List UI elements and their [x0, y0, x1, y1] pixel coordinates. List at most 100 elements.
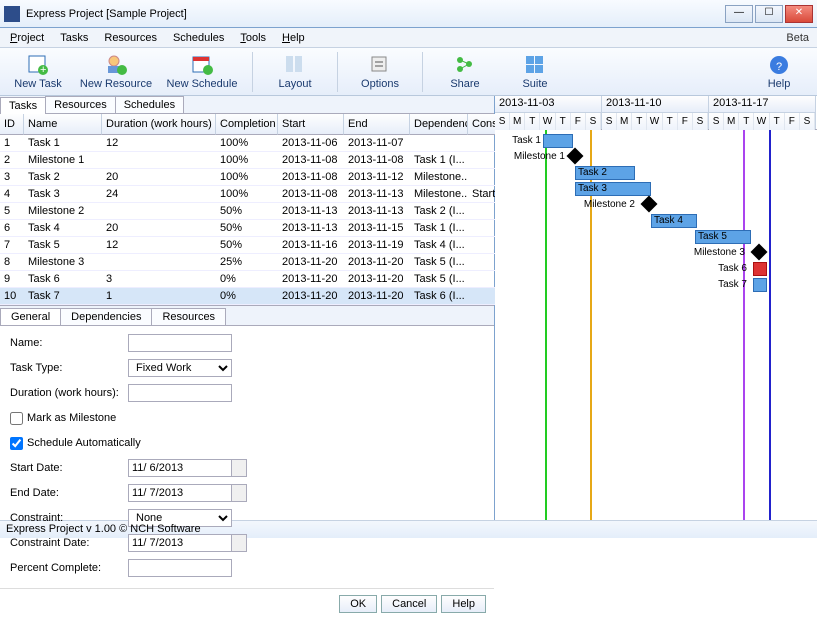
- cell-comp: 100%: [216, 135, 278, 152]
- menu-resources[interactable]: Resources: [98, 30, 163, 46]
- cell-dep: Task 5 (I...: [410, 271, 468, 288]
- percent-complete-input[interactable]: [128, 559, 232, 577]
- share-button[interactable]: Share: [433, 50, 497, 94]
- col-duration[interactable]: Duration (work hours): [102, 114, 216, 135]
- col-name[interactable]: Name: [24, 114, 102, 135]
- gantt-bar-task7[interactable]: [753, 278, 767, 292]
- menu-tools[interactable]: Tools: [234, 30, 272, 46]
- minimize-button[interactable]: —: [725, 5, 753, 23]
- schedule-auto-label: Schedule Automatically: [27, 437, 145, 449]
- schedule-auto-checkbox[interactable]: [10, 437, 23, 450]
- constraint-date-picker-icon[interactable]: [231, 534, 247, 552]
- table-row[interactable]: 8Milestone 325%2013-11-202013-11-20Task …: [0, 254, 494, 271]
- table-row[interactable]: 6Task 42050%2013-11-132013-11-15Task 1 (…: [0, 220, 494, 237]
- cell-id: 1: [0, 135, 24, 152]
- tab-tasks[interactable]: Tasks: [0, 97, 46, 114]
- table-row[interactable]: 10Task 710%2013-11-202013-11-20Task 6 (I…: [0, 288, 494, 305]
- gantt-bar-task2[interactable]: Task 2: [575, 166, 635, 180]
- cell-dep: Task 6 (I...: [410, 288, 468, 305]
- cell-dur: [102, 152, 216, 169]
- gantt-bar-task5[interactable]: Task 5: [695, 230, 751, 244]
- col-id[interactable]: ID: [0, 114, 24, 135]
- table-row[interactable]: 9Task 630%2013-11-202013-11-20Task 5 (I.…: [0, 271, 494, 288]
- cell-end: 2013-11-13: [344, 203, 410, 220]
- col-completion[interactable]: Completion: [216, 114, 278, 135]
- maximize-button[interactable]: ☐: [755, 5, 783, 23]
- day-header: T: [770, 113, 785, 130]
- cell-id: 5: [0, 203, 24, 220]
- task-type-label: Task Type:: [10, 362, 128, 374]
- start-date-picker-icon[interactable]: [231, 459, 247, 477]
- new-schedule-button[interactable]: New Schedule: [162, 50, 242, 94]
- duration-input[interactable]: [128, 384, 232, 402]
- cell-comp: 50%: [216, 203, 278, 220]
- menu-project[interactable]: Project: [4, 30, 50, 46]
- new-schedule-icon: [191, 54, 213, 76]
- new-task-button[interactable]: + New Task: [6, 50, 70, 94]
- cell-dur: [102, 254, 216, 271]
- prop-help-button[interactable]: Help: [441, 595, 486, 613]
- ok-button[interactable]: OK: [339, 595, 377, 613]
- gantt-bar-task3[interactable]: Task 3: [575, 182, 651, 196]
- percent-complete-label: Percent Complete:: [10, 562, 128, 574]
- menu-bar: Project Tasks Resources Schedules Tools …: [0, 28, 817, 48]
- tab-schedules[interactable]: Schedules: [115, 96, 184, 113]
- svg-text:+: +: [40, 64, 46, 76]
- table-row[interactable]: 5Milestone 250%2013-11-132013-11-13Task …: [0, 203, 494, 220]
- suite-button[interactable]: Suite: [503, 50, 567, 94]
- end-date-picker-icon[interactable]: [231, 484, 247, 502]
- task-type-select[interactable]: Fixed Work: [128, 359, 232, 377]
- gantt-bar-task6[interactable]: [753, 262, 767, 276]
- layout-button[interactable]: Layout: [263, 50, 327, 94]
- gantt-chart[interactable]: 2013-11-03SMTWTFS 2013-11-10SMTWTFS 2013…: [495, 96, 817, 520]
- gantt-bar-task1[interactable]: [543, 134, 573, 148]
- cell-dur: 20: [102, 169, 216, 186]
- toolbar-separator: [422, 52, 423, 92]
- day-header: S: [586, 113, 601, 130]
- day-header: T: [632, 113, 647, 130]
- col-start[interactable]: Start: [278, 114, 344, 135]
- day-header: F: [571, 113, 586, 130]
- grid-header: ID Name Duration (work hours) Completion…: [0, 114, 494, 135]
- mark-milestone-checkbox[interactable]: [10, 412, 23, 425]
- task-grid: ID Name Duration (work hours) Completion…: [0, 114, 494, 305]
- gantt-milestone-1[interactable]: [567, 148, 584, 165]
- new-resource-button[interactable]: New Resource: [76, 50, 156, 94]
- cell-dep: Task 1 (I...: [410, 220, 468, 237]
- menu-help[interactable]: Help: [276, 30, 311, 46]
- table-row[interactable]: 3Task 220100%2013-11-082013-11-12Milesto…: [0, 169, 494, 186]
- end-date-input[interactable]: [128, 484, 232, 502]
- toolbar: + New Task New Resource New Schedule Lay…: [0, 48, 817, 96]
- cell-dep: Task 2 (I...: [410, 203, 468, 220]
- toolbar-separator: [252, 52, 253, 92]
- gantt-start-line: [545, 130, 547, 520]
- start-date-input[interactable]: [128, 459, 232, 477]
- help-button[interactable]: ? Help: [747, 50, 811, 94]
- table-row[interactable]: 4Task 324100%2013-11-082013-11-13Milesto…: [0, 186, 494, 203]
- prop-tab-dependencies[interactable]: Dependencies: [60, 308, 152, 325]
- cell-start: 2013-11-08: [278, 152, 344, 169]
- close-button[interactable]: ✕: [785, 5, 813, 23]
- constraint-date-input[interactable]: [128, 534, 232, 552]
- cancel-button[interactable]: Cancel: [381, 595, 437, 613]
- menu-tasks[interactable]: Tasks: [54, 30, 94, 46]
- cell-dur: 20: [102, 220, 216, 237]
- prop-tab-resources[interactable]: Resources: [151, 308, 226, 325]
- gantt-milestone-3[interactable]: [751, 244, 768, 261]
- tab-resources[interactable]: Resources: [45, 96, 116, 113]
- layout-icon: [284, 54, 306, 76]
- table-row[interactable]: 2Milestone 1100%2013-11-082013-11-08Task…: [0, 152, 494, 169]
- col-end[interactable]: End: [344, 114, 410, 135]
- gantt-milestone-2[interactable]: [641, 196, 658, 213]
- name-input[interactable]: [128, 334, 232, 352]
- table-row[interactable]: 1Task 112100%2013-11-062013-11-07Fixed .…: [0, 135, 494, 152]
- cell-start: 2013-11-13: [278, 203, 344, 220]
- options-button[interactable]: Options: [348, 50, 412, 94]
- gantt-bar-task4[interactable]: Task 4: [651, 214, 697, 228]
- prop-tab-general[interactable]: General: [0, 308, 61, 325]
- cell-start: 2013-11-06: [278, 135, 344, 152]
- table-row[interactable]: 7Task 51250%2013-11-162013-11-19Task 4 (…: [0, 237, 494, 254]
- menu-schedules[interactable]: Schedules: [167, 30, 230, 46]
- help-icon: ?: [768, 54, 790, 76]
- col-dependency[interactable]: Dependency: [410, 114, 468, 135]
